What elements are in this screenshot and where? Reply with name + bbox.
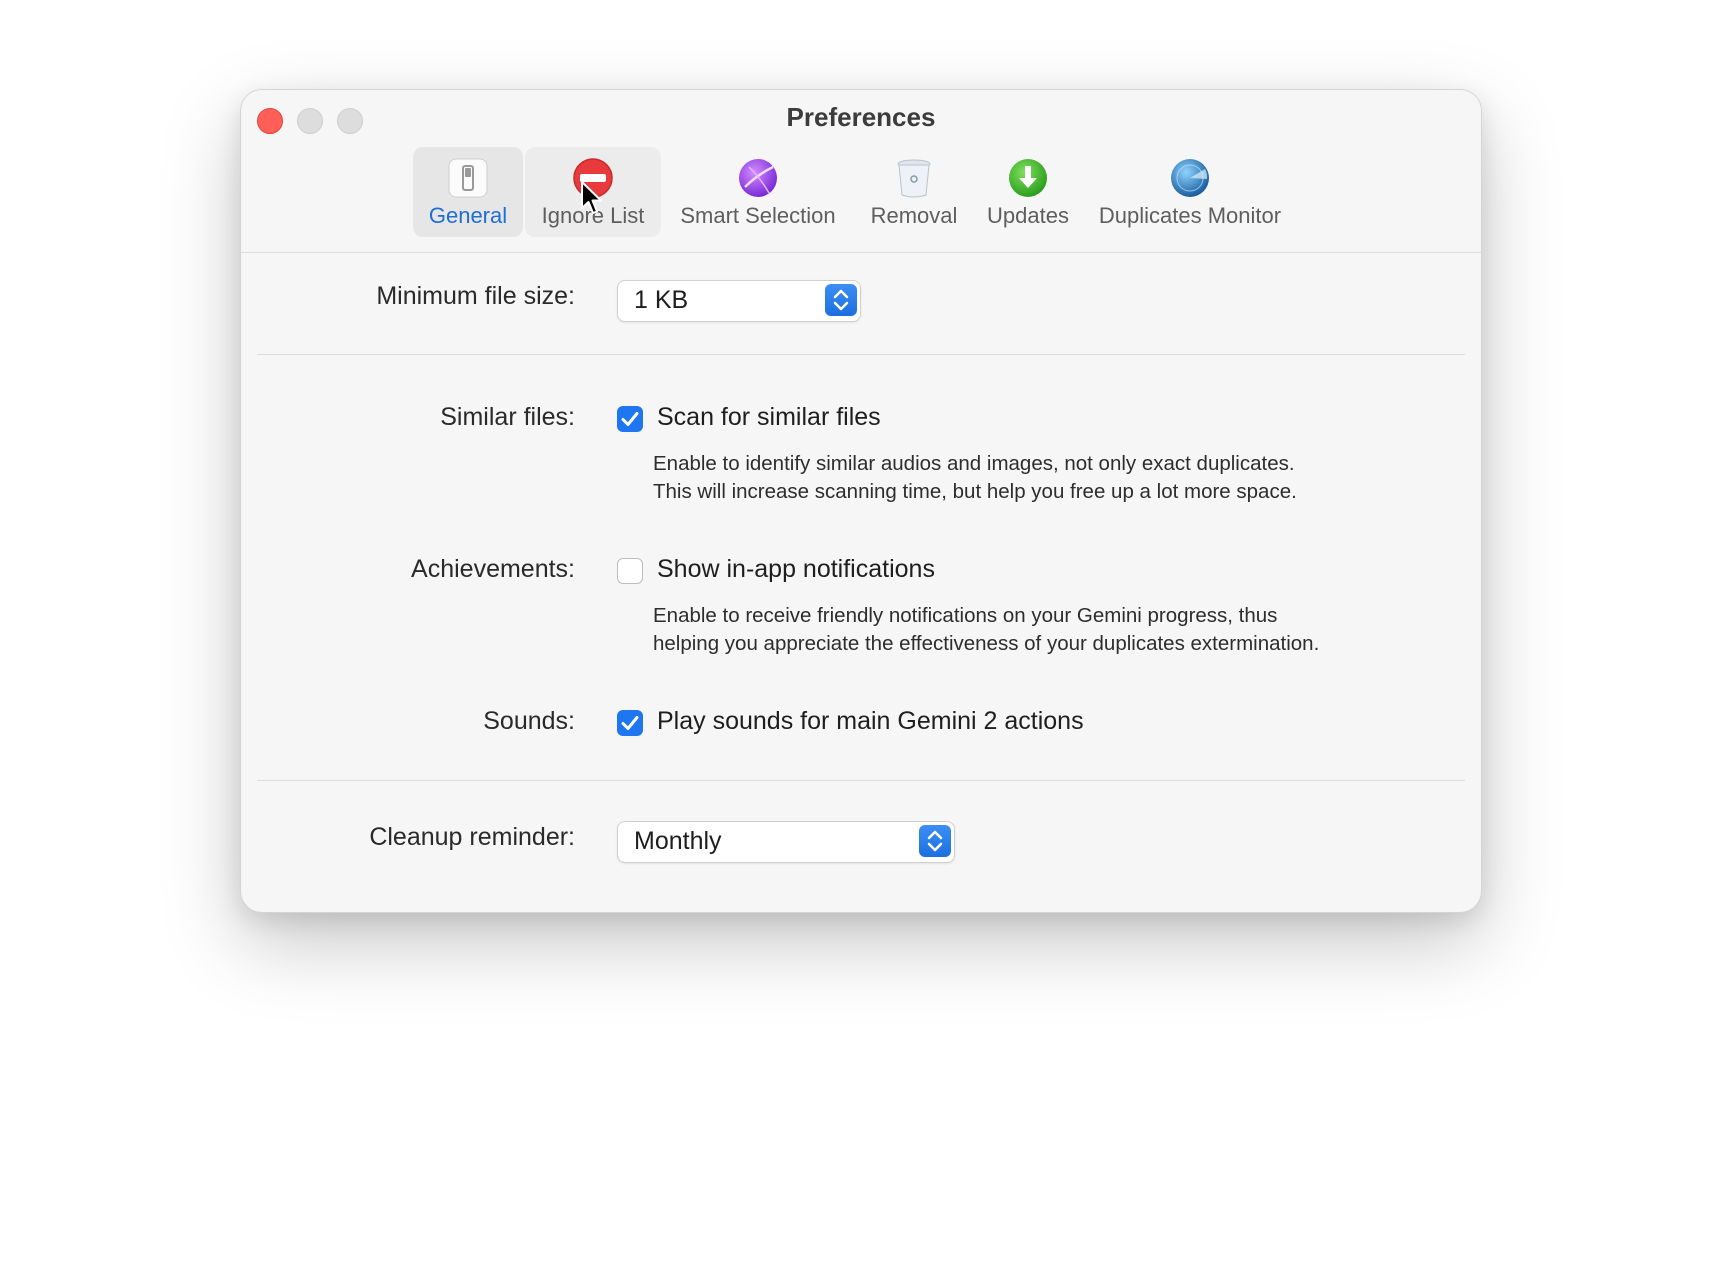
cleanup-reminder-popup[interactable]: Monthly [617,821,955,863]
toolbar: Preferences General Ignore List Smart Se… [241,90,1481,253]
tab-removal-label: Removal [870,203,958,228]
download-arrow-icon [1007,157,1049,199]
similar-files-description-1: Enable to identify similar audios and im… [653,452,1295,475]
tab-removal[interactable]: Removal [857,147,971,237]
chevron-up-down-icon [825,284,857,316]
cleanup-reminder-label: Cleanup reminder: [369,823,575,851]
trash-bin-icon [893,157,935,199]
sounds-checkbox[interactable] [617,710,643,736]
cleanup-reminder-value: Monthly [634,827,722,855]
window-title: Preferences [786,102,936,132]
tab-duplicates-monitor[interactable]: Duplicates Monitor [1083,147,1297,237]
general-pane: Minimum file size: 1 KB Similar files: S… [241,253,1481,912]
similar-files-checkbox-label: Scan for similar files [657,403,881,431]
checkmark-icon [621,412,639,426]
achievements-label: Achievements: [411,555,575,583]
achievements-description-2: helping you appreciate the effectiveness… [653,632,1320,655]
tab-duplicates-monitor-label: Duplicates Monitor [1098,203,1282,228]
divider [257,780,1465,781]
min-file-size-value: 1 KB [634,286,689,314]
similar-files-checkbox[interactable] [617,406,643,432]
tab-updates[interactable]: Updates [981,147,1075,237]
achievements-description-1: Enable to receive friendly notifications… [653,604,1278,627]
radar-globe-icon [1169,157,1211,199]
min-file-size-popup[interactable]: 1 KB [617,280,861,322]
tab-general-label: General [428,203,508,228]
achievements-checkbox-label: Show in-app notifications [657,555,935,583]
min-file-size-label: Minimum file size: [376,282,575,310]
tab-smart-selection-label: Smart Selection [680,203,836,228]
preferences-window: Preferences General Ignore List Smart Se… [240,89,1482,913]
similar-files-label: Similar files: [440,403,575,431]
purple-sphere-icon [737,157,779,199]
similar-files-description-2: This will increase scanning time, but he… [653,480,1297,503]
achievements-checkbox[interactable] [617,558,643,584]
switch-icon [447,157,489,199]
chevron-up-down-icon [919,825,951,857]
sounds-label: Sounds: [483,707,575,735]
tab-updates-label: Updates [987,203,1069,228]
mouse-cursor-icon [580,180,606,216]
divider [257,354,1465,355]
tab-general[interactable]: General [413,147,523,237]
tab-smart-selection[interactable]: Smart Selection [669,147,847,237]
checkmark-icon [621,716,639,730]
sounds-checkbox-label: Play sounds for main Gemini 2 actions [657,707,1084,735]
